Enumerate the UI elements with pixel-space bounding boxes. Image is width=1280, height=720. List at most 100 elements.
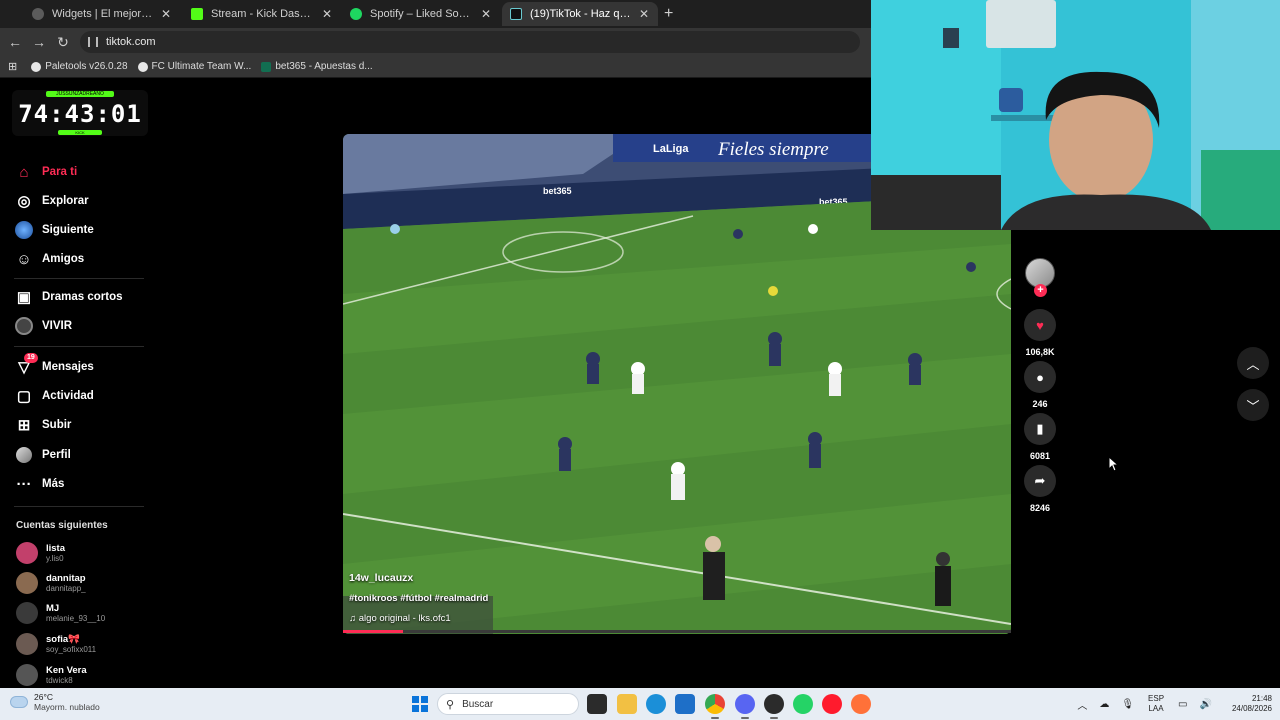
share-icon[interactable]: ➦ <box>1024 465 1056 497</box>
upload-icon: ⊞ <box>17 417 31 434</box>
network-icon[interactable]: ▭ <box>1178 699 1187 710</box>
bookmark-label: bet365 - Apuestas d... <box>275 61 373 72</box>
url-text: tiktok.com <box>106 36 156 48</box>
nav-label: Amigos <box>42 253 85 265</box>
bookmark-item[interactable]: bet365 - Apuestas d... <box>261 61 373 72</box>
edge-icon[interactable] <box>646 694 666 714</box>
heart-icon[interactable]: ♥ <box>1024 309 1056 341</box>
bookmark-item[interactable]: Paletools v26.0.28 <box>31 61 128 72</box>
obs-icon[interactable] <box>764 694 784 719</box>
browser-tab[interactable]: Stream - Kick Dashboard ✕ <box>183 2 341 26</box>
nav-label: VIVIR <box>42 320 73 332</box>
video-sound[interactable]: ♫ algo original - lks.ofc1 <box>349 613 451 624</box>
nav-subir[interactable]: ⊞ Subir <box>14 413 72 437</box>
video-hashtags[interactable]: #tonikroos #fútbol #realmadrid <box>349 593 488 604</box>
next-video-button[interactable]: ﹀ <box>1237 389 1269 421</box>
following-icon <box>14 220 34 240</box>
banner-slogan: Fieles siempre <box>717 139 829 160</box>
video-author[interactable]: 14w_lucauzx <box>349 572 413 584</box>
nav-explorar[interactable]: ◎ Explorar <box>14 189 88 213</box>
url-bar[interactable]: tiktok.com <box>80 31 860 53</box>
save-action[interactable]: ▮ 6081 <box>1024 413 1056 461</box>
close-tab-icon[interactable]: ✕ <box>480 7 492 21</box>
temperature: 26°C <box>34 692 53 702</box>
sidebar-divider <box>14 278 144 279</box>
browser-tab[interactable]: Widgets | El mejor software para ✕ <box>24 2 180 26</box>
nav-dramas-cortos[interactable]: ▣ Dramas cortos <box>14 285 123 309</box>
discord-icon[interactable] <box>735 694 755 719</box>
film-icon: ▣ <box>16 289 32 306</box>
follow-plus-icon[interactable]: + <box>1034 284 1047 297</box>
whatsapp-icon[interactable] <box>793 694 813 714</box>
tray-overflow-icon[interactable]: ︿ <box>1077 697 1087 712</box>
nav-para-ti[interactable]: ⌂ Para ti <box>14 160 77 184</box>
forward-icon[interactable]: → <box>31 34 47 50</box>
browser-tab[interactable]: Spotify – Liked Songs ✕ <box>342 2 500 26</box>
clock-time: 21:48 <box>1251 694 1272 703</box>
onedrive-icon[interactable]: ☁ <box>1099 699 1109 710</box>
account-name: Ken Vera <box>46 665 87 676</box>
tiktok-favicon-icon <box>510 8 522 20</box>
task-view-icon[interactable] <box>587 694 607 714</box>
previous-video-button[interactable]: ︿ <box>1237 347 1269 379</box>
following-account[interactable]: sofia🎀 soy_sofixx011 <box>16 629 96 659</box>
close-tab-icon[interactable]: ✕ <box>638 7 650 21</box>
account-handle: melanie_93__10 <box>46 614 106 623</box>
following-account[interactable]: lista y.lis0 <box>16 538 65 568</box>
reload-icon[interactable]: ↻ <box>55 34 71 51</box>
start-button[interactable] <box>412 696 428 712</box>
close-tab-icon[interactable]: ✕ <box>321 7 333 21</box>
following-account[interactable]: dannitap dannitapp_ <box>16 568 86 598</box>
browser-tab-active[interactable]: (19)TikTok - Haz que tu día sea ✕ <box>502 2 658 26</box>
avatar <box>16 602 38 624</box>
home-icon: ⌂ <box>19 163 29 181</box>
store-icon[interactable] <box>675 694 695 714</box>
comment-icon[interactable]: ● <box>1024 361 1056 393</box>
volume-icon[interactable]: 🔊 <box>1200 699 1212 710</box>
stream-timer: 74:43:01 <box>18 100 142 128</box>
nav-actividad[interactable]: ▢ Actividad <box>14 384 94 408</box>
nav-siguiente[interactable]: Siguiente <box>14 218 94 242</box>
share-action[interactable]: ➦ 8246 <box>1024 465 1056 513</box>
file-explorer-icon[interactable] <box>617 694 637 714</box>
nav-label: Más <box>42 478 65 490</box>
bookmark-item[interactable]: FC Ultimate Team W... <box>137 61 251 72</box>
apps-grid-icon[interactable]: ⊞ <box>8 60 17 73</box>
site-info-icon[interactable] <box>88 37 98 47</box>
messages-icon: ▽ 19 <box>14 353 38 377</box>
sidebar-divider <box>14 346 144 347</box>
weather-widget[interactable]: 26°C Mayorm. nublado <box>10 692 100 712</box>
spotify-favicon-icon <box>350 8 362 20</box>
nav-perfil[interactable]: Perfil <box>14 443 71 467</box>
more-icon: ··· <box>16 475 32 493</box>
following-account[interactable]: MJ melanie_93__10 <box>16 598 105 628</box>
nav-vivir[interactable]: VIVIR <box>14 314 72 338</box>
account-handle: soy_sofixx011 <box>46 645 97 654</box>
nav-label: Para ti <box>42 166 78 178</box>
sidebar-divider <box>14 506 144 507</box>
comment-action[interactable]: ● 246 <box>1024 361 1056 409</box>
bookmark-favicon-icon <box>137 61 148 72</box>
like-action[interactable]: ♥ 106,8K <box>1024 309 1056 357</box>
language-indicator[interactable]: ESP LAA <box>1148 694 1164 714</box>
nav-mas[interactable]: ··· Más <box>14 472 65 496</box>
friends-icon: ☺ <box>16 250 32 268</box>
chrome-icon[interactable] <box>705 694 725 719</box>
back-icon[interactable]: ← <box>7 34 23 50</box>
following-account[interactable]: Ken Vera tdwick8 <box>16 660 87 690</box>
new-tab-button[interactable]: + <box>664 5 673 23</box>
nav-mensajes[interactable]: ▽ 19 Mensajes <box>14 353 94 379</box>
bookmark-icon[interactable]: ▮ <box>1024 413 1056 445</box>
taskbar-search[interactable]: ⚲ Buscar <box>437 693 579 715</box>
tab-title: Widgets | El mejor software para <box>52 8 154 20</box>
video-progress-bar[interactable] <box>343 630 1011 633</box>
close-tab-icon[interactable]: ✕ <box>160 7 172 21</box>
laliga-logo-text: LaLiga <box>653 143 689 155</box>
account-name: dannitap <box>46 573 86 584</box>
microphone-icon[interactable]: 🎙 <box>1121 699 1134 710</box>
opera-icon[interactable] <box>822 694 842 714</box>
firefox-icon[interactable] <box>851 694 871 714</box>
nav-amigos[interactable]: ☺ Amigos <box>14 247 84 271</box>
nav-label: Siguiente <box>42 224 94 236</box>
clock[interactable]: 21:48 24/08/2026 <box>1232 694 1272 714</box>
